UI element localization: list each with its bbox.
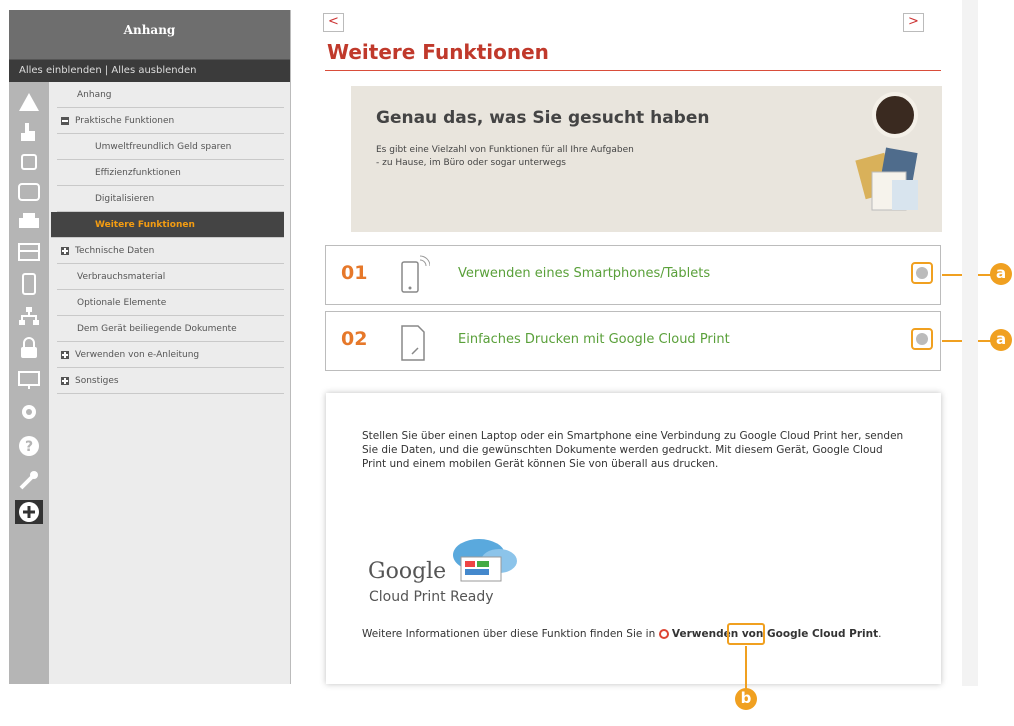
hand-icon[interactable]: [15, 120, 43, 144]
toc-label: Anhang: [77, 89, 112, 100]
banner-line-1: Es gibt eine Vielzahl von Funktionen für…: [376, 145, 634, 155]
more-info-suffix: .: [878, 628, 882, 640]
accordion-item-smartphone[interactable]: 01 Verwenden eines Smartphones/Tablets: [325, 245, 941, 305]
chevron-down-icon: [916, 333, 928, 345]
next-page-button[interactable]: >: [903, 13, 924, 32]
toc-item-praktische-funktionen[interactable]: Praktische Funktionen: [57, 108, 284, 134]
toc-tree: Anhang Praktische Funktionen Umweltfreun…: [51, 82, 284, 394]
warning-icon[interactable]: [15, 90, 43, 114]
cloud-print-ready-label: Cloud Print Ready: [369, 589, 494, 605]
toc-label: Effizienzfunktionen: [95, 167, 181, 178]
documents-illustration: [855, 147, 918, 211]
toc-item-umweltfreundlich[interactable]: Umweltfreundlich Geld sparen: [57, 134, 284, 160]
toc-label: Dem Gerät beiliegende Dokumente: [77, 323, 237, 334]
callout-b: b: [735, 688, 757, 710]
google-logo: Google: [368, 559, 447, 584]
item-label[interactable]: Einfaches Drucken mit Google Cloud Print: [458, 332, 730, 347]
chevron-down-icon: [916, 267, 928, 279]
item-number: 02: [341, 328, 368, 350]
toc-label: Verwenden von e-Anleitung: [75, 349, 200, 360]
document-icon: [396, 320, 430, 368]
device-icon[interactable]: [15, 150, 43, 174]
expand-button[interactable]: [911, 262, 933, 284]
toc-item-optionale-elemente[interactable]: Optionale Elemente: [57, 290, 284, 316]
toc-item-e-anleitung[interactable]: Verwenden von e-Anleitung: [57, 342, 284, 368]
expand-icon[interactable]: [61, 376, 69, 385]
toc-item-weitere-funktionen[interactable]: Weitere Funktionen: [51, 212, 284, 238]
callout-a: a: [990, 329, 1012, 351]
item-label[interactable]: Verwenden eines Smartphones/Tablets: [458, 266, 710, 281]
printer-icon[interactable]: [15, 210, 43, 234]
toc-item-effizienzfunktionen[interactable]: Effizienzfunktionen: [57, 160, 284, 186]
expand-button[interactable]: [911, 328, 933, 350]
svg-text:?: ?: [25, 439, 33, 455]
callout-a: a: [990, 263, 1012, 285]
gear-icon[interactable]: [15, 400, 43, 424]
expand-collapse-all-link[interactable]: Alles einblenden | Alles ausblenden: [9, 59, 290, 82]
toc-item-sonstiges[interactable]: Sonstiges: [57, 368, 284, 394]
collapse-icon[interactable]: [61, 116, 69, 125]
toc-label: Umweltfreundlich Geld sparen: [95, 141, 232, 152]
smartphone-icon: [396, 254, 431, 302]
content-paragraph: Stellen Sie über einen Laptop oder ein S…: [362, 430, 904, 470]
accordion-item-google-cloud-print[interactable]: 02 Einfaches Drucken mit Google Cloud Pr…: [325, 311, 941, 371]
coffee-cup-image: [872, 92, 918, 138]
sidebar: Anhang Alles einblenden | Alles ausblend…: [9, 10, 291, 684]
page-title: Weitere Funktionen: [327, 40, 549, 64]
prev-page-button[interactable]: <: [323, 13, 344, 32]
help-icon[interactable]: ?: [15, 434, 43, 458]
link-highlight: [727, 623, 765, 645]
toc-item-anhang[interactable]: Anhang: [57, 82, 284, 108]
item-number: 01: [341, 262, 368, 284]
plus-icon[interactable]: [15, 500, 43, 524]
toc-label: Verbrauchsmaterial: [77, 271, 166, 282]
callout-line: [745, 646, 747, 690]
printer-panel-icon[interactable]: [15, 180, 43, 204]
toc-item-dokumente[interactable]: Dem Gerät beiliegende Dokumente: [57, 316, 284, 342]
mobile-icon[interactable]: [15, 272, 43, 296]
banner: Genau das, was Sie gesucht haben Es gibt…: [351, 86, 942, 232]
toc-label: Digitalisieren: [95, 193, 155, 204]
banner-line-2: - zu Hause, im Büro oder sogar unterwegs: [376, 158, 566, 168]
lock-icon[interactable]: [15, 336, 43, 360]
toc-label: Sonstiges: [75, 375, 119, 386]
more-info-prefix: Weitere Informationen über diese Funktio…: [362, 628, 656, 640]
banner-text: Es gibt eine Vielzahl von Funktionen für…: [376, 144, 634, 170]
monitor-icon[interactable]: [15, 368, 43, 392]
expand-icon[interactable]: [61, 246, 69, 255]
toc-label: Praktische Funktionen: [75, 115, 175, 126]
network-icon[interactable]: [15, 304, 43, 328]
title-divider: [325, 70, 941, 71]
expand-icon[interactable]: [61, 350, 69, 359]
link-arrow-icon[interactable]: [658, 629, 669, 639]
wrench-icon[interactable]: [15, 468, 43, 492]
toc-item-verbrauchsmaterial[interactable]: Verbrauchsmaterial: [57, 264, 284, 290]
more-info-link[interactable]: Verwenden von Google Cloud Print: [672, 628, 878, 640]
more-info-text: Weitere Informationen über diese Funktio…: [362, 627, 922, 641]
scanner-icon[interactable]: [15, 240, 43, 264]
icon-column: ?: [9, 82, 49, 684]
right-margin-bar: [962, 0, 978, 686]
toc-label: Optionale Elemente: [77, 297, 167, 308]
banner-heading: Genau das, was Sie gesucht haben: [376, 108, 710, 128]
toc-label: Technische Daten: [75, 245, 155, 256]
toc-item-technische-daten[interactable]: Technische Daten: [57, 238, 284, 264]
toc-item-digitalisieren[interactable]: Digitalisieren: [57, 186, 284, 212]
cloud-print-icon: [453, 539, 517, 582]
content-panel: Stellen Sie über einen Laptop oder ein S…: [326, 393, 941, 684]
sidebar-title: Anhang: [9, 10, 290, 59]
toc-label: Weitere Funktionen: [95, 219, 195, 230]
